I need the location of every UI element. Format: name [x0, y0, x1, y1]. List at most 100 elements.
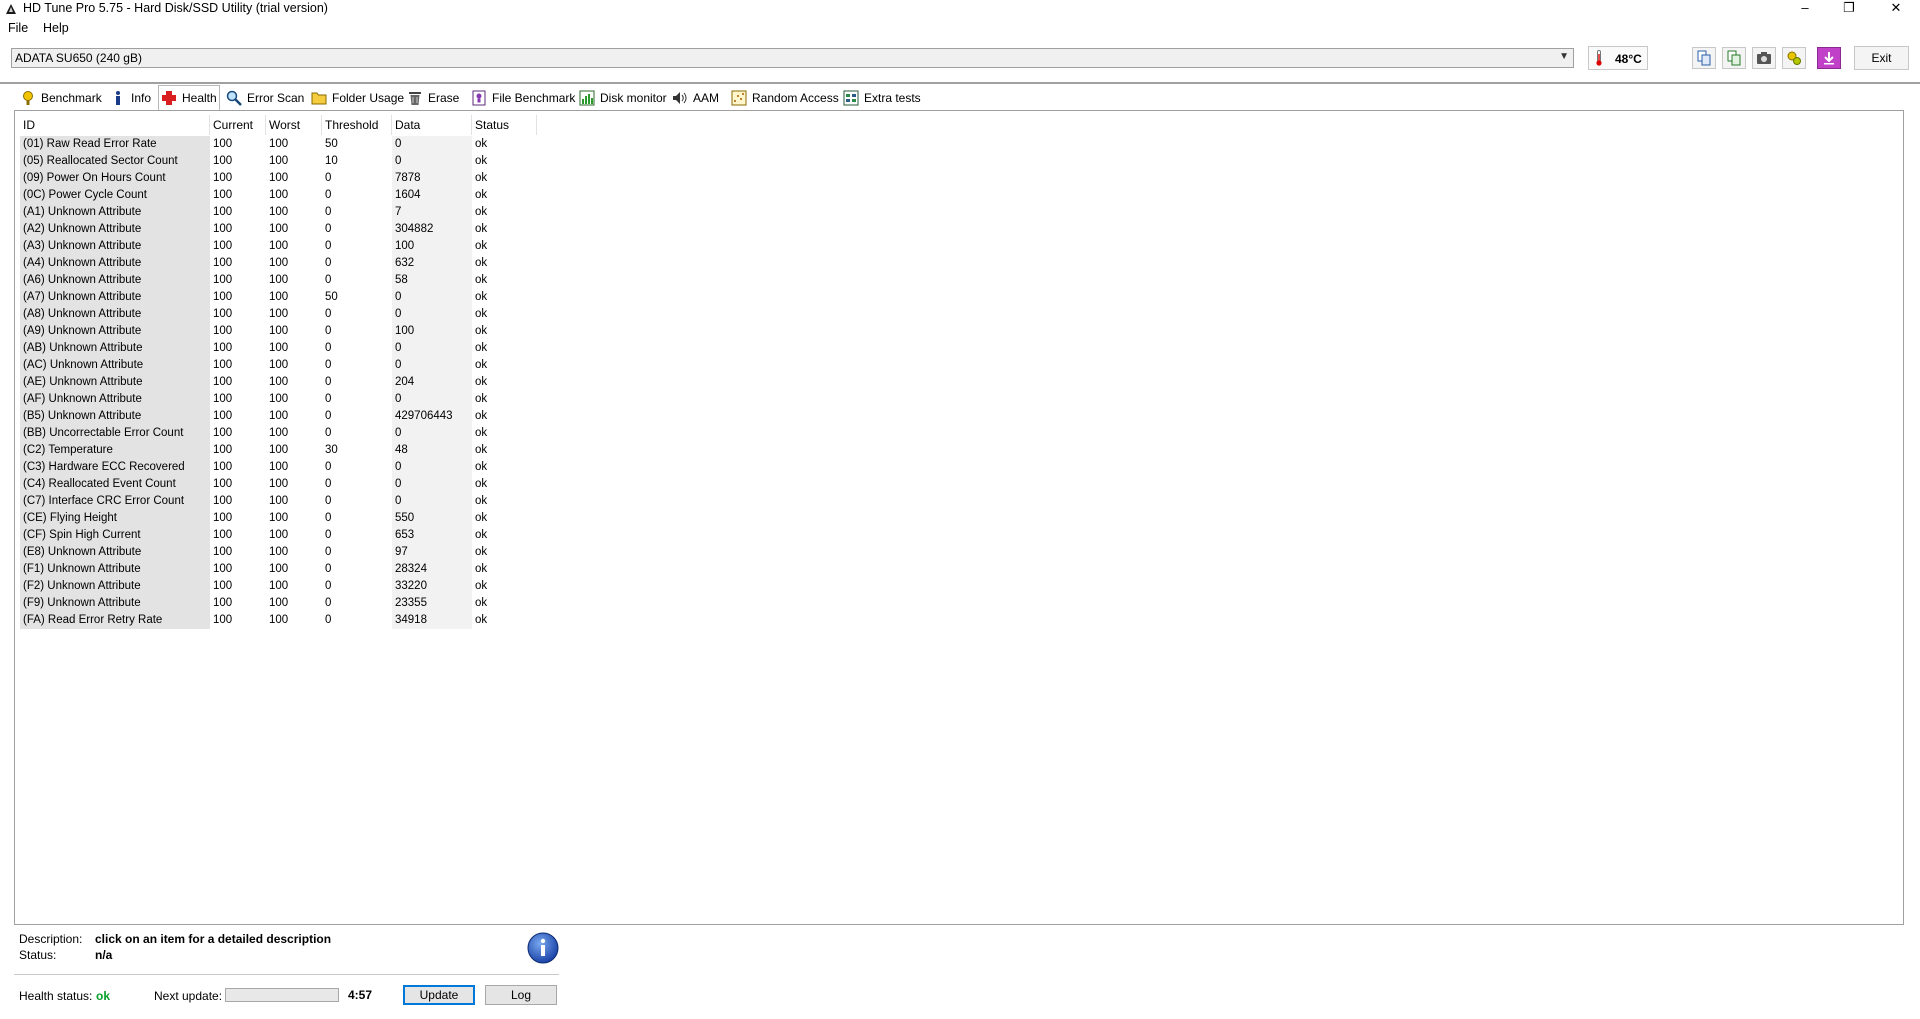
worst-cell: 100: [269, 546, 289, 558]
status-cell: ok: [475, 342, 488, 354]
title-bar: HD Tune Pro 5.75 - Hard Disk/SSD Utility…: [0, 0, 1920, 18]
table-row[interactable]: (B5) Unknown Attribute 100 100 0 429706443 ok: [20, 408, 537, 425]
temperature-value: 48°C: [1615, 52, 1642, 66]
table-row[interactable]: (C4) Reallocated Event Count 100 100 0 0 ok: [20, 476, 537, 493]
status-cell: ok: [475, 393, 488, 405]
tab-info[interactable]: Info: [110, 87, 151, 109]
column-header-data[interactable]: Data: [392, 115, 472, 135]
tab-aam[interactable]: AAM: [672, 87, 719, 109]
close-button[interactable]: ✕: [1873, 0, 1919, 18]
table-row[interactable]: (F9) Unknown Attribute 100 100 0 23355 ok: [20, 595, 537, 612]
data-cell: 0: [392, 391, 472, 408]
id-cell: (A2) Unknown Attribute: [20, 221, 210, 238]
copy-info-icon[interactable]: [1722, 47, 1746, 69]
table-row[interactable]: (01) Raw Read Error Rate 100 100 50 0 ok: [20, 136, 537, 153]
worst-cell: 100: [269, 478, 289, 490]
disk-monitor-icon: [579, 90, 595, 106]
tab-extra-tests[interactable]: Extra tests: [843, 87, 921, 109]
table-row[interactable]: (A3) Unknown Attribute 100 100 0 100 ok: [20, 238, 537, 255]
current-cell: 100: [213, 427, 233, 439]
table-row[interactable]: (CF) Spin High Current 100 100 0 653 ok: [20, 527, 537, 544]
table-row[interactable]: (A1) Unknown Attribute 100 100 0 7 ok: [20, 204, 537, 221]
table-row[interactable]: (09) Power On Hours Count 100 100 0 7878 ok: [20, 170, 537, 187]
save-download-icon[interactable]: [1817, 47, 1841, 69]
tab-file-benchmark[interactable]: File Benchmark: [471, 87, 575, 109]
table-row[interactable]: (E8) Unknown Attribute 100 100 0 97 ok: [20, 544, 537, 561]
maximize-button[interactable]: ❐: [1826, 0, 1872, 18]
table-row[interactable]: (A7) Unknown Attribute 100 100 50 0 ok: [20, 289, 537, 306]
table-row[interactable]: (A6) Unknown Attribute 100 100 0 58 ok: [20, 272, 537, 289]
worst-cell: 100: [269, 240, 289, 252]
data-cell: 204: [392, 374, 472, 391]
id-cell: (F9) Unknown Attribute: [20, 595, 210, 612]
tab-error-scan[interactable]: Error Scan: [226, 87, 304, 109]
worst-cell: 100: [269, 155, 289, 167]
menu-help[interactable]: Help: [43, 21, 69, 35]
table-row[interactable]: (F2) Unknown Attribute 100 100 0 33220 ok: [20, 578, 537, 595]
tab-folder-usage[interactable]: Folder Usage: [311, 87, 404, 109]
menu-file[interactable]: File: [8, 21, 28, 35]
table-row[interactable]: (CE) Flying Height 100 100 0 550 ok: [20, 510, 537, 527]
current-cell: 100: [213, 529, 233, 541]
status-cell: ok: [475, 546, 488, 558]
tab-label: Extra tests: [864, 91, 921, 105]
table-row[interactable]: (A2) Unknown Attribute 100 100 0 304882 ok: [20, 221, 537, 238]
log-button[interactable]: Log: [485, 985, 557, 1005]
table-row[interactable]: (A8) Unknown Attribute 100 100 0 0 ok: [20, 306, 537, 323]
data-cell: 1604: [392, 187, 472, 204]
table-row[interactable]: (AC) Unknown Attribute 100 100 0 0 ok: [20, 357, 537, 374]
current-cell: 100: [213, 614, 233, 626]
drive-select[interactable]: ADATA SU650 (240 gB) ▼: [11, 48, 1574, 68]
status-label: Status:: [19, 948, 57, 962]
tab-random-access[interactable]: Random Access: [731, 87, 839, 109]
column-header-id[interactable]: ID: [20, 115, 210, 135]
data-cell: 0: [392, 476, 472, 493]
table-row[interactable]: (C7) Interface CRC Error Count 100 100 0 0 ok: [20, 493, 537, 510]
column-header-current[interactable]: Current: [210, 115, 266, 135]
threshold-cell: 0: [325, 308, 332, 320]
minimize-button[interactable]: –: [1782, 0, 1828, 18]
table-row[interactable]: (BB) Uncorrectable Error Count 100 100 0 0 ok: [20, 425, 537, 442]
id-cell: (C3) Hardware ECC Recovered: [20, 459, 210, 476]
column-header-worst[interactable]: Worst: [266, 115, 322, 135]
column-header-status[interactable]: Status: [472, 115, 537, 135]
folder-icon: [311, 90, 327, 106]
data-cell: 0: [392, 493, 472, 510]
info-circle-icon[interactable]: [527, 932, 559, 964]
update-button[interactable]: Update: [403, 985, 475, 1005]
table-row[interactable]: (A4) Unknown Attribute 100 100 0 632 ok: [20, 255, 537, 272]
threshold-cell: 0: [325, 240, 332, 252]
data-cell: 0: [392, 459, 472, 476]
table-row[interactable]: (AB) Unknown Attribute 100 100 0 0 ok: [20, 340, 537, 357]
table-row[interactable]: (F1) Unknown Attribute 100 100 0 28324 ok: [20, 561, 537, 578]
tab-erase[interactable]: Erase: [407, 87, 459, 109]
exit-button[interactable]: Exit: [1854, 46, 1909, 70]
options-icon[interactable]: [1782, 47, 1806, 69]
copy-text-icon[interactable]: [1692, 47, 1716, 69]
id-cell: (A3) Unknown Attribute: [20, 238, 210, 255]
description-label: Description:: [19, 932, 83, 946]
table-row[interactable]: (0C) Power Cycle Count 100 100 0 1604 ok: [20, 187, 537, 204]
table-row[interactable]: (A9) Unknown Attribute 100 100 0 100 ok: [20, 323, 537, 340]
id-cell: (B5) Unknown Attribute: [20, 408, 210, 425]
column-header-threshold[interactable]: Threshold: [322, 115, 392, 135]
table-row[interactable]: (FA) Read Error Retry Rate 100 100 0 34918 ok: [20, 612, 537, 629]
table-row[interactable]: (AF) Unknown Attribute 100 100 0 0 ok: [20, 391, 537, 408]
tab-benchmark[interactable]: Benchmark: [20, 87, 102, 109]
tab-disk-monitor[interactable]: Disk monitor: [579, 87, 667, 109]
worst-cell: 100: [269, 257, 289, 269]
current-cell: 100: [213, 274, 233, 286]
table-row[interactable]: (05) Reallocated Sector Count 100 100 10 0 ok: [20, 153, 537, 170]
next-update-label: Next update:: [154, 989, 223, 1003]
threshold-cell: 0: [325, 580, 332, 592]
status-cell: ok: [475, 580, 488, 592]
screenshot-camera-icon[interactable]: [1752, 47, 1776, 69]
status-cell: ok: [475, 512, 488, 524]
table-row[interactable]: (AE) Unknown Attribute 100 100 0 204 ok: [20, 374, 537, 391]
table-row[interactable]: (C3) Hardware ECC Recovered 100 100 0 0 ok: [20, 459, 537, 476]
tab-health[interactable]: Health: [158, 85, 220, 110]
status-cell: ok: [475, 155, 488, 167]
table-row[interactable]: (C2) Temperature 100 100 30 48 ok: [20, 442, 537, 459]
tab-label: Disk monitor: [600, 91, 667, 105]
worst-cell: 100: [269, 223, 289, 235]
